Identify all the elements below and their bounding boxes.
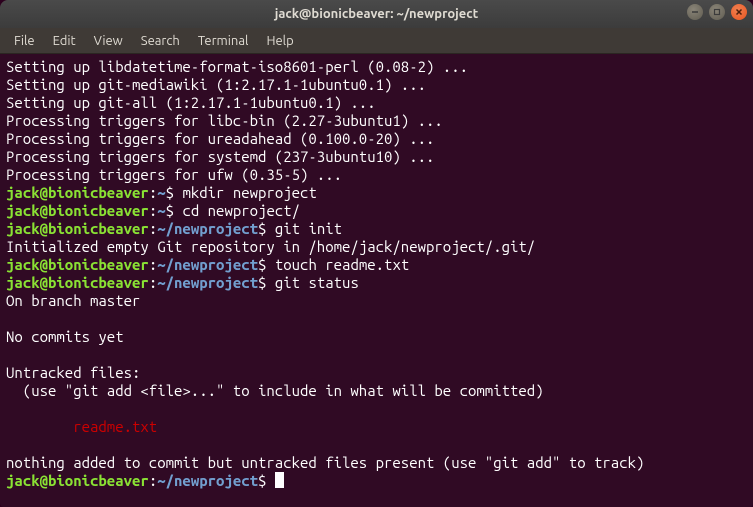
prompt-userhost: jack@bionicbeaver <box>6 202 149 219</box>
window-controls <box>687 4 747 20</box>
prompt-dollar: $ <box>166 202 183 219</box>
output-line: Processing triggers for libc-bin (2.27-3… <box>6 112 443 129</box>
output-line: Setting up git-all (1:2.17.1-1ubuntu0.1)… <box>6 94 376 111</box>
menu-terminal[interactable]: Terminal <box>190 31 257 51</box>
prompt-path: ~/newproject <box>157 220 258 237</box>
output-line: Processing triggers for ufw (0.35-5) ... <box>6 166 342 183</box>
prompt-userhost: jack@bionicbeaver <box>6 220 149 237</box>
maximize-button[interactable] <box>709 4 725 20</box>
terminal-area[interactable]: Setting up libdatetime-format-iso8601-pe… <box>0 54 753 507</box>
prompt-path: ~ <box>157 184 165 201</box>
cmd: git status <box>275 274 359 291</box>
close-icon <box>735 8 743 16</box>
menu-edit[interactable]: Edit <box>45 31 84 51</box>
prompt-dollar: $ <box>258 256 275 273</box>
prompt-sep: : <box>149 202 157 219</box>
output-line: Untracked files: <box>6 364 140 381</box>
prompt-dollar: $ <box>166 184 183 201</box>
cursor <box>275 472 284 488</box>
prompt-path: ~ <box>157 202 165 219</box>
minimize-button[interactable] <box>687 4 703 20</box>
cmd: mkdir newproject <box>182 184 316 201</box>
menu-file[interactable]: File <box>6 31 43 51</box>
prompt-sep: : <box>149 274 157 291</box>
prompt-userhost: jack@bionicbeaver <box>6 274 149 291</box>
output-line: Setting up libdatetime-format-iso8601-pe… <box>6 58 468 75</box>
prompt-userhost: jack@bionicbeaver <box>6 184 149 201</box>
menu-view[interactable]: View <box>86 31 131 51</box>
untracked-file: readme.txt <box>6 418 157 435</box>
prompt-sep: : <box>149 472 157 489</box>
output-line: nothing added to commit but untracked fi… <box>6 454 644 471</box>
prompt-path: ~/newproject <box>157 256 258 273</box>
close-button[interactable] <box>731 4 747 20</box>
prompt-path: ~/newproject <box>157 472 258 489</box>
output-line: (use "git add <file>..." to include in w… <box>6 382 544 399</box>
prompt-userhost: jack@bionicbeaver <box>6 256 149 273</box>
output-line: No commits yet <box>6 328 124 345</box>
window-title: jack@bionicbeaver: ~/newproject <box>275 7 478 21</box>
output-line: Processing triggers for ureadahead (0.10… <box>6 130 434 147</box>
prompt-sep: : <box>149 256 157 273</box>
output-line: On branch master <box>6 292 140 309</box>
terminal-window: jack@bionicbeaver: ~/newproject File Edi… <box>0 0 753 507</box>
prompt-userhost: jack@bionicbeaver <box>6 472 149 489</box>
minimize-icon <box>691 8 699 16</box>
menu-help[interactable]: Help <box>258 31 301 51</box>
titlebar: jack@bionicbeaver: ~/newproject <box>0 0 753 28</box>
prompt-dollar: $ <box>258 274 275 291</box>
prompt-dollar: $ <box>258 220 275 237</box>
prompt-sep: : <box>149 184 157 201</box>
output-line: Setting up git-mediawiki (1:2.17.1-1ubun… <box>6 76 426 93</box>
cmd: git init <box>275 220 342 237</box>
prompt-path: ~/newproject <box>157 274 258 291</box>
output-line: Initialized empty Git repository in /hom… <box>6 238 535 255</box>
cmd: cd newproject/ <box>182 202 300 219</box>
output-line: Processing triggers for systemd (237-3ub… <box>6 148 434 165</box>
menu-search[interactable]: Search <box>133 31 188 51</box>
prompt-dollar: $ <box>258 472 275 489</box>
cmd: touch readme.txt <box>275 256 409 273</box>
maximize-icon <box>713 8 721 16</box>
prompt-sep: : <box>149 220 157 237</box>
menubar: File Edit View Search Terminal Help <box>0 28 753 54</box>
